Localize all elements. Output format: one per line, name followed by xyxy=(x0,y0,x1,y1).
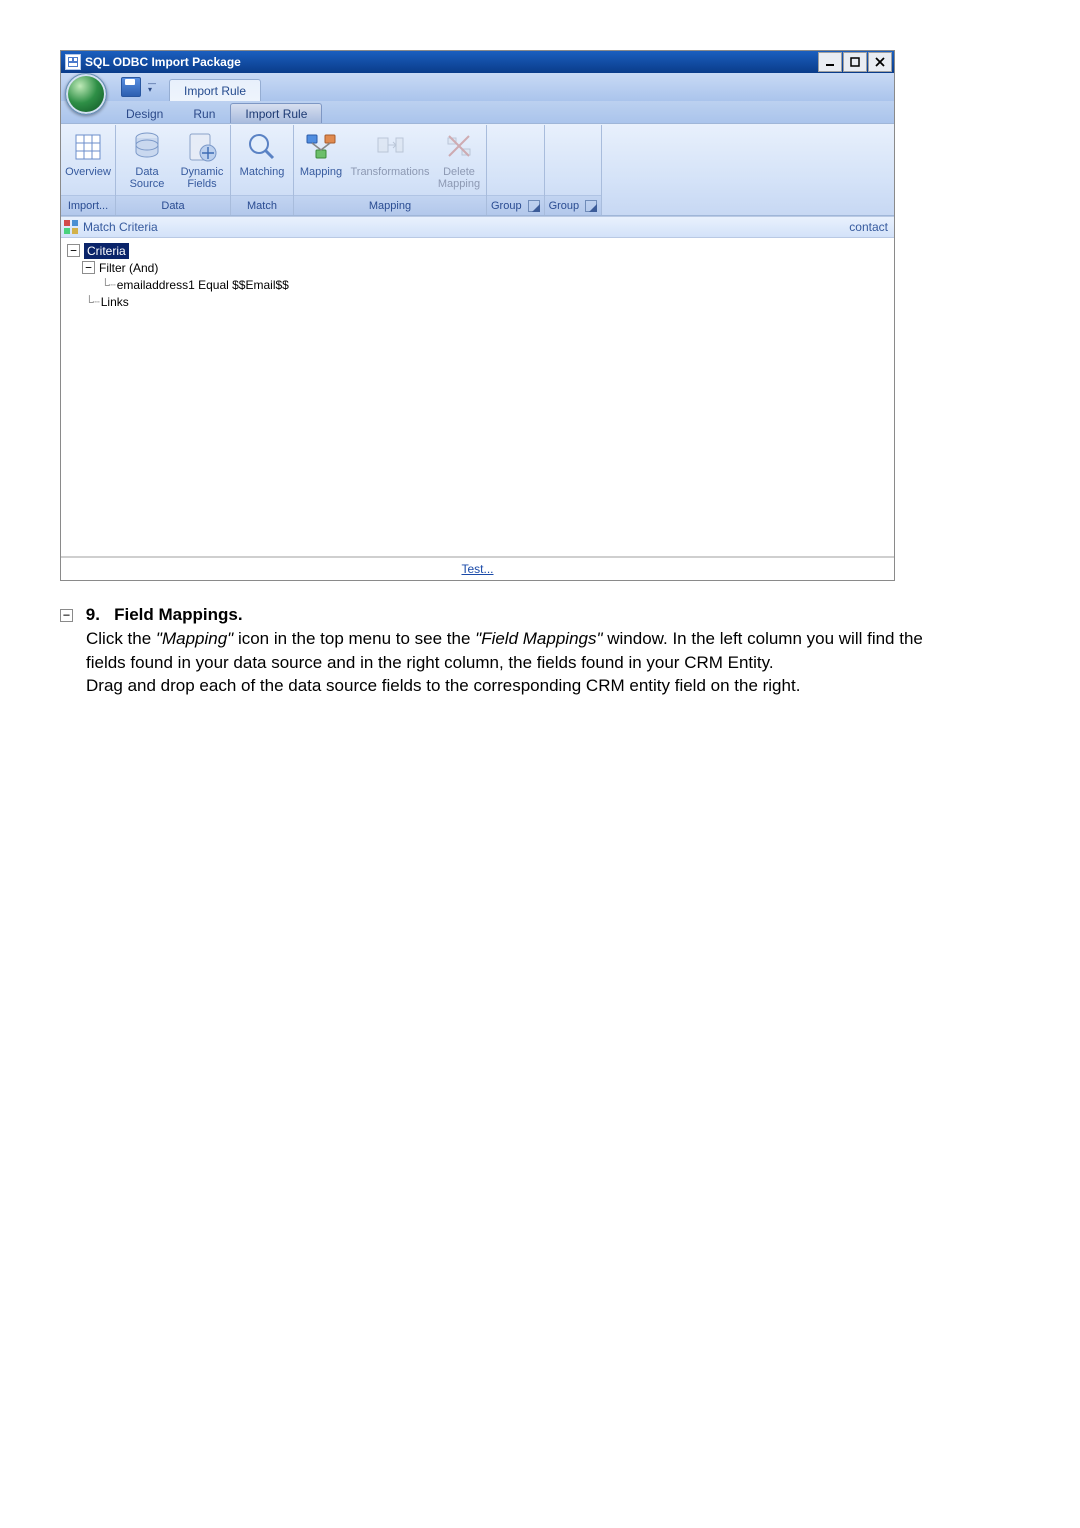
tab-import-rule-primary[interactable]: Import Rule xyxy=(169,79,261,101)
app-window: SQL ODBC Import Package —▾ Import Rule D… xyxy=(60,50,895,581)
ribbon-group-match: Matching Match xyxy=(231,125,294,215)
ribbon-group-mapping: Mapping Transformations Delete Mapping xyxy=(294,125,487,215)
overview-icon xyxy=(71,130,105,164)
tree-toggle-icon[interactable]: − xyxy=(67,244,80,257)
instruction-step: − 9. Field Mappings. Click the "Mapping"… xyxy=(60,603,950,698)
tree-node-condition[interactable]: emailaddress1 Equal $$Email$$ xyxy=(117,278,289,292)
title-bar: SQL ODBC Import Package xyxy=(61,51,894,73)
ribbon-group-extra-1: Group xyxy=(487,125,545,215)
tree-node-criteria[interactable]: Criteria xyxy=(84,243,129,259)
tree-node-links[interactable]: Links xyxy=(101,295,129,309)
transformations-icon xyxy=(373,130,407,164)
dialog-launcher-icon[interactable] xyxy=(528,200,540,212)
matching-button[interactable]: Matching xyxy=(234,128,290,178)
delete-mapping-label: Delete Mapping xyxy=(437,166,481,190)
close-button[interactable] xyxy=(868,52,892,72)
minimize-button[interactable] xyxy=(818,52,842,72)
app-icon xyxy=(65,54,81,70)
delete-mapping-icon xyxy=(442,130,476,164)
match-criteria-icon xyxy=(63,219,79,235)
test-link[interactable]: Test... xyxy=(461,562,493,576)
group-label-extra-2: Group xyxy=(545,195,602,215)
step-text: Click the xyxy=(86,629,156,648)
qat-customize-icon[interactable]: —▾ xyxy=(147,79,157,95)
criteria-tree: − Criteria − Filter (And) └┈ emailaddres… xyxy=(61,238,894,557)
data-source-label: Data Source xyxy=(121,166,173,190)
overview-label: Overview xyxy=(65,166,111,178)
mapping-icon xyxy=(304,130,338,164)
mapping-button[interactable]: Mapping xyxy=(297,128,345,178)
group-label-extra-1: Group xyxy=(487,195,544,215)
save-icon[interactable] xyxy=(121,77,141,97)
office-button[interactable] xyxy=(65,73,107,115)
step-text-em: "Mapping" xyxy=(156,629,233,648)
overview-button[interactable]: Overview xyxy=(64,128,112,178)
tab-import-rule[interactable]: Import Rule xyxy=(230,103,322,123)
tree-connector-icon: └┈ xyxy=(101,278,115,292)
database-icon xyxy=(130,130,164,164)
group-extra-2-text: Group xyxy=(549,200,580,212)
ribbon-group-extra-2: Group xyxy=(545,125,603,215)
test-bar: Test... xyxy=(61,557,894,580)
ribbon-group-import: Overview Import... xyxy=(61,125,116,215)
ribbon: Overview Import... Data Source xyxy=(61,123,894,216)
dynamic-fields-label: Dynamic Fields xyxy=(179,166,225,190)
transformations-label: Transformations xyxy=(350,166,429,178)
tab-design[interactable]: Design xyxy=(111,103,178,123)
panel-title: Match Criteria xyxy=(83,220,158,234)
group-label-import: Import... xyxy=(61,195,115,215)
group-label-match: Match xyxy=(231,195,293,215)
tree-connector-icon: └┈ xyxy=(85,295,99,309)
maximize-button[interactable] xyxy=(843,52,867,72)
delete-mapping-button[interactable]: Delete Mapping xyxy=(435,128,483,190)
panel-entity: contact xyxy=(849,220,888,234)
step-text-em: "Field Mappings" xyxy=(475,629,602,648)
data-source-button[interactable]: Data Source xyxy=(119,128,175,190)
step-text-2: Drag and drop each of the data source fi… xyxy=(86,676,800,695)
dynamic-fields-icon xyxy=(185,130,219,164)
transformations-button[interactable]: Transformations xyxy=(347,128,433,178)
tab-run[interactable]: Run xyxy=(178,103,230,123)
step-text: icon in the top menu to see the xyxy=(238,629,475,648)
mapping-label: Mapping xyxy=(300,166,342,178)
tree-toggle-icon[interactable]: − xyxy=(82,261,95,274)
collapse-box-icon[interactable]: − xyxy=(60,609,73,622)
group-label-mapping: Mapping xyxy=(294,195,486,215)
ribbon-group-data: Data Source Dynamic Fields Data xyxy=(116,125,231,215)
quick-access-toolbar: —▾ Import Rule xyxy=(61,73,894,101)
magnifier-icon xyxy=(245,130,279,164)
dialog-launcher-icon[interactable] xyxy=(585,200,597,212)
secondary-tab-bar: Design Run Import Rule xyxy=(61,101,894,123)
tree-node-filter[interactable]: Filter (And) xyxy=(99,261,158,275)
matching-label: Matching xyxy=(240,166,285,178)
step-number: 9. xyxy=(86,605,100,624)
window-title: SQL ODBC Import Package xyxy=(85,55,817,69)
group-label-data: Data xyxy=(116,195,230,215)
dynamic-fields-button[interactable]: Dynamic Fields xyxy=(177,128,227,190)
panel-header: Match Criteria contact xyxy=(61,216,894,238)
step-heading: Field Mappings. xyxy=(114,605,242,624)
group-extra-1-text: Group xyxy=(491,200,522,212)
